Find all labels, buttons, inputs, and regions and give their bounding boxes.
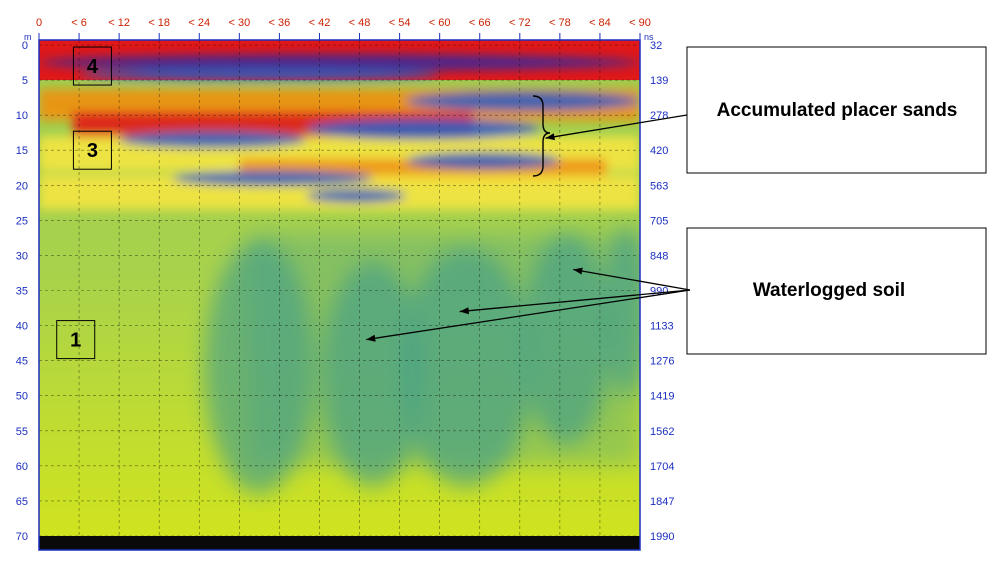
- x-tick-label: < 84: [589, 17, 611, 29]
- y-tick-label: 35: [16, 286, 28, 298]
- x-tick-label: < 90: [629, 17, 651, 29]
- zone-label-1: 1: [70, 330, 81, 352]
- zone-label-4: 4: [87, 56, 99, 78]
- y-tick-label: 45: [16, 356, 28, 368]
- y-tick-label: 70: [16, 531, 28, 543]
- time-tick-label: 848: [650, 250, 668, 262]
- y-axis-unit: m: [24, 32, 32, 42]
- y-tick-label: 60: [16, 461, 28, 473]
- low-reflection-3: [306, 118, 540, 140]
- x-tick-label: 0: [36, 17, 42, 29]
- time-tick-label: 139: [650, 75, 668, 87]
- time-tick-label: 1847: [650, 496, 674, 508]
- y-tick-label: 30: [16, 250, 28, 262]
- x-tick-label: < 72: [509, 17, 531, 29]
- x-tick-label: < 78: [549, 17, 571, 29]
- x-tick-label: < 12: [108, 17, 130, 29]
- right-axis-unit: ns: [644, 32, 654, 42]
- low-reflection-5: [406, 152, 560, 170]
- x-tick-label: < 24: [188, 17, 210, 29]
- low-reflection-2: [406, 91, 640, 111]
- callout-waterlogged-soil: Waterlogged soil: [686, 227, 987, 355]
- low-reflection-6: [172, 170, 373, 186]
- time-tick-label: 1419: [650, 391, 674, 403]
- y-tick-label: 20: [16, 180, 28, 192]
- x-tick-label: < 54: [389, 17, 411, 29]
- x-tick-label: < 36: [269, 17, 291, 29]
- zone-label-3: 3: [87, 140, 98, 162]
- low-reflection-7: [306, 188, 407, 203]
- time-tick-label: 1562: [650, 426, 674, 438]
- time-tick-label: 1704: [650, 461, 674, 473]
- time-tick-label: 1990: [650, 531, 674, 543]
- low-reflection-1: [79, 68, 440, 81]
- x-tick-label: < 18: [148, 17, 170, 29]
- y-tick-label: 65: [16, 496, 28, 508]
- low-reflection-4: [119, 131, 307, 149]
- x-tick-label: < 6: [71, 17, 87, 29]
- x-tick-label: < 30: [228, 17, 250, 29]
- x-tick-label: < 48: [349, 17, 371, 29]
- time-tick-label: 420: [650, 145, 668, 157]
- radargram-heatfield: [39, 40, 640, 550]
- time-tick-label: 705: [650, 215, 668, 227]
- y-tick-label: 40: [16, 321, 28, 333]
- y-tick-label: 50: [16, 391, 28, 403]
- time-tick-label: 1276: [650, 356, 674, 368]
- y-axis-depth: 0510152025303540455055606570: [16, 40, 28, 543]
- x-tick-label: < 66: [469, 17, 491, 29]
- low-reflection-0: [39, 54, 640, 71]
- y-tick-label: 55: [16, 426, 28, 438]
- x-axis: 0 < 6 < 12 < 18 < 24 < 30 < 36 < 42 < 48 < 54 < 60…: [36, 17, 651, 40]
- y-tick-label: 5: [22, 75, 28, 87]
- y-tick-label: 10: [16, 110, 28, 122]
- bottom-band: [39, 536, 640, 550]
- radargram-chart: 0 < 6 < 12 < 18 < 24 < 30 < 36 < 42 < 48 < 54 < 60…: [16, 17, 987, 551]
- callout-placer-sands-text: Accumulated placer sands: [717, 100, 958, 121]
- time-tick-label: 563: [650, 180, 668, 192]
- y-tick-label: 15: [16, 145, 28, 157]
- callout-placer-sands: Accumulated placer sands: [686, 46, 987, 174]
- x-tick-label: < 60: [429, 17, 451, 29]
- callout-waterlogged-soil-text: Waterlogged soil: [753, 280, 905, 301]
- time-tick-label: 1133: [650, 321, 674, 333]
- x-tick-label: < 42: [309, 17, 331, 29]
- y-tick-label: 25: [16, 215, 28, 227]
